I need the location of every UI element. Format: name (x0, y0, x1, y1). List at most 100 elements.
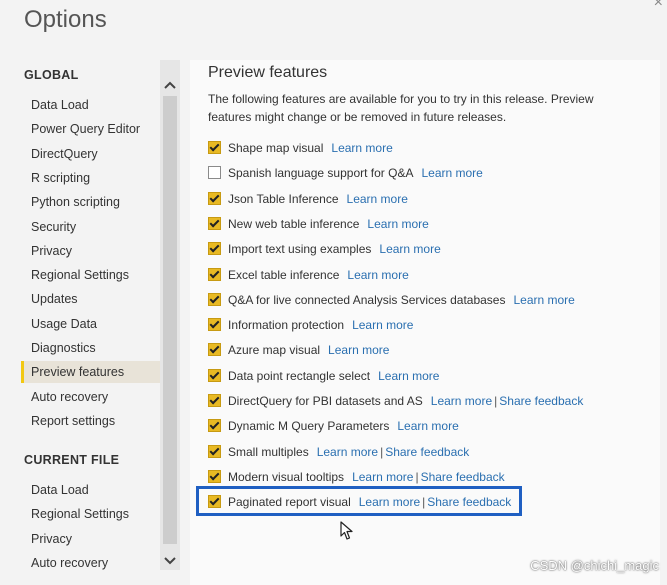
mouse-pointer-icon (340, 521, 354, 541)
learn-more-link[interactable]: Learn more (379, 242, 440, 256)
sidebar-item-data-load[interactable]: Data Load (24, 94, 160, 116)
feature-label: Small multiples (228, 444, 309, 459)
learn-more-link[interactable]: Learn more (513, 293, 574, 307)
sidebar-item-power-query-editor[interactable]: Power Query Editor (24, 118, 160, 140)
sidebar-item-label: Updates (31, 292, 78, 307)
feature-checkbox[interactable] (208, 469, 221, 483)
learn-more-link[interactable]: Learn more (367, 217, 428, 231)
sidebar-item-label: Regional Settings (31, 268, 129, 283)
sidebar-item-preview-features[interactable]: Preview features (21, 361, 163, 384)
pane-title: Preview features (208, 64, 328, 81)
feature-row-small-multiples: Small multiples Learn more | Share feedback (208, 442, 469, 462)
link-separator: | (415, 469, 419, 484)
sidebar-item-privacy[interactable]: Privacy (24, 240, 160, 262)
sidebar-item-label: Python scripting (31, 195, 120, 210)
feature-row-azure-map-visual: Azure map visual Learn more (208, 340, 389, 360)
feature-row-q-a-for-live-connected-analysis-services-databases: Q&A for live connected Analysis Services… (208, 290, 575, 310)
learn-more-link[interactable]: Learn more (347, 268, 408, 282)
feature-row-data-point-rectangle-select: Data point rectangle select Learn more (208, 366, 439, 386)
feature-checkbox[interactable] (208, 444, 221, 458)
sidebar-item-regional-settings[interactable]: Regional Settings (24, 264, 160, 286)
sidebar-item-r-scripting[interactable]: R scripting (24, 167, 160, 189)
chevron-down-icon[interactable] (160, 550, 180, 570)
learn-more-link[interactable]: Learn more (331, 141, 392, 155)
sidebar-item-updates[interactable]: Updates (24, 288, 160, 310)
feature-label: Excel table inference (228, 267, 340, 282)
sidebar-item-current-privacy[interactable]: Privacy (24, 528, 160, 550)
pane-description: The following features are available for… (208, 92, 594, 124)
sidebar-item-diagnostics[interactable]: Diagnostics (24, 337, 160, 359)
learn-more-link[interactable]: Learn more (378, 369, 439, 383)
close-icon[interactable]: × (654, 0, 663, 12)
feature-checkbox[interactable] (208, 216, 221, 230)
scroll-thumb[interactable] (163, 96, 177, 544)
sidebar-item-directquery[interactable]: DirectQuery (24, 143, 160, 165)
learn-more-link[interactable]: Learn more (352, 470, 413, 484)
sidebar-item-label: Data Load (31, 98, 89, 112)
feature-checkbox[interactable] (208, 368, 221, 382)
sidebar-item-label: Data Load (31, 483, 89, 497)
share-feedback-link[interactable]: Share feedback (385, 445, 469, 459)
share-feedback-link[interactable]: Share feedback (499, 394, 583, 408)
link-separator: | (494, 394, 498, 408)
sidebar-item-label: Auto recovery (31, 555, 109, 570)
feature-row-information-protection: Information protection Learn more (208, 315, 413, 335)
nav-scrollbar[interactable] (160, 60, 180, 570)
sidebar-item-label: Regional Settings (31, 507, 129, 522)
sidebar-item-current-regional-settings[interactable]: Regional Settings (24, 503, 160, 525)
sidebar-item-label: Security (31, 219, 77, 234)
learn-more-link[interactable]: Learn more (347, 192, 408, 206)
feature-checkbox[interactable] (208, 394, 221, 407)
sidebar-item-report-settings[interactable]: Report settings (24, 410, 160, 432)
learn-more-link[interactable]: Learn more (328, 343, 389, 357)
sidebar-item-current-auto-recovery[interactable]: Auto recovery (24, 552, 160, 574)
feature-label: Data point rectangle select (228, 368, 371, 383)
sidebar-item-label: Usage Data (31, 316, 98, 331)
learn-more-link[interactable]: Learn more (431, 394, 492, 408)
feature-label: Modern visual tooltips (228, 469, 345, 484)
feature-label: Dynamic M Query Parameters (228, 419, 390, 434)
sidebar-item-python-scripting[interactable]: Python scripting (24, 191, 160, 213)
nav-section-global: GLOBAL (24, 68, 79, 82)
sidebar-item-current-data-load[interactable]: Data Load (24, 479, 160, 501)
feature-label: Json Table Inference (228, 191, 339, 206)
sidebar-item-label: Privacy (31, 243, 72, 258)
feature-row-spanish-language-support-for-q-a: Spanish language support for Q&A Learn mo… (208, 163, 483, 183)
feature-checkbox[interactable] (208, 166, 221, 180)
learn-more-link[interactable]: Learn more (397, 419, 458, 433)
share-feedback-link[interactable]: Share feedback (421, 470, 505, 484)
feature-row-dynamic-m-query-parameters: Dynamic M Query Parameters Learn more (208, 416, 459, 436)
feature-label: Spanish language support for Q&A (228, 166, 414, 181)
sidebar-item-label: R scripting (31, 170, 91, 185)
feature-row-import-text-using-examples: Import text using examples Learn more (208, 239, 441, 259)
learn-more-link[interactable]: Learn more (421, 166, 482, 180)
feature-row-modern-visual-tooltips: Modern visual tooltips Learn more | Share f… (208, 467, 505, 487)
feature-row-json-table-inference: Json Table Inference Learn more (208, 189, 408, 209)
feature-checkbox[interactable] (208, 191, 221, 205)
feature-checkbox[interactable] (208, 267, 221, 281)
feature-checkbox[interactable] (208, 292, 221, 306)
feature-label: Shape map visual (228, 141, 324, 155)
learn-more-link[interactable]: Learn more (317, 445, 378, 459)
window-title: Options (24, 6, 107, 33)
chevron-up-icon[interactable] (160, 74, 180, 94)
feature-checkbox[interactable] (208, 141, 221, 154)
sidebar-item-label: Preview features (31, 365, 125, 380)
options-nav: GLOBAL Data Load Power Query Editor DirectQ… (0, 60, 180, 585)
sidebar-item-label: Privacy (31, 531, 72, 546)
feature-row-new-web-table-inference: New web table inference Learn more (208, 214, 429, 234)
feature-checkbox[interactable] (208, 419, 221, 433)
feature-label: DirectQuery for PBI datasets and AS (228, 394, 423, 408)
watermark: CSDN @chichi_magic (530, 558, 659, 573)
sidebar-item-label: DirectQuery (31, 146, 98, 161)
feature-checkbox[interactable] (208, 318, 221, 332)
feature-row-shape-map-visual: Shape map visual Learn more (208, 138, 393, 158)
sidebar-item-usage-data[interactable]: Usage Data (24, 313, 160, 335)
feature-label: Import text using examples (228, 242, 372, 257)
nav-section-current-file: CURRENT FILE (24, 453, 120, 467)
learn-more-link[interactable]: Learn more (352, 318, 413, 332)
feature-checkbox[interactable] (208, 242, 221, 256)
feature-checkbox[interactable] (208, 343, 221, 357)
sidebar-item-auto-recovery[interactable]: Auto recovery (24, 386, 160, 408)
sidebar-item-security[interactable]: Security (24, 216, 160, 238)
